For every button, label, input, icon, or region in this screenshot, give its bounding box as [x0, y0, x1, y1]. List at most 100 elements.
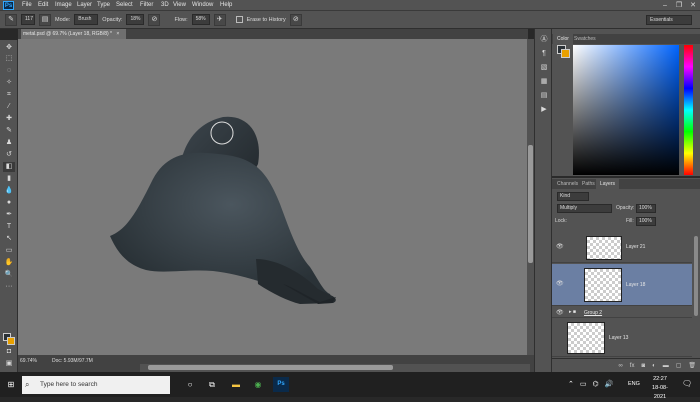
hue-slider[interactable] [684, 45, 693, 175]
layer-opacity-label: Opacity: [616, 205, 635, 211]
menu-type[interactable]: Type [94, 0, 113, 11]
windows-start-icon[interactable]: ⊞ [3, 377, 19, 392]
horizontal-scroll-thumb[interactable] [148, 365, 393, 370]
fill-label: Fill: [626, 218, 634, 224]
task-view-icon[interactable]: ⧉ [204, 377, 220, 392]
tab-swatches[interactable]: Swatches [570, 34, 600, 44]
visibility-eye-icon[interactable]: 👁 [556, 243, 564, 250]
close-button[interactable]: ✕ [686, 0, 700, 11]
erase-history-checkbox[interactable] [235, 16, 243, 23]
shape-tool-icon[interactable]: ▭ [3, 246, 15, 256]
adjustment-layer-icon[interactable]: ◐ [652, 363, 656, 369]
marquee-tool-icon[interactable]: ⬚ [3, 54, 15, 64]
layer-style-icon[interactable]: fx [630, 363, 635, 369]
minimize-button[interactable]: – [658, 0, 672, 11]
file-explorer-icon[interactable]: ▬ [228, 377, 244, 392]
visibility-eye-icon[interactable]: 👁 [556, 309, 564, 316]
new-group-icon[interactable]: ▬ [663, 363, 669, 369]
layer-row-13[interactable]: Layer 13 [552, 319, 692, 357]
blur-tool-icon[interactable]: 💧 [3, 186, 15, 196]
menu-layer[interactable]: Layer [74, 0, 95, 11]
mode-select[interactable]: Brush [74, 14, 99, 25]
chrome-icon[interactable]: ◉ [250, 377, 266, 392]
menu-file[interactable]: File [19, 0, 35, 11]
layer-group-row[interactable]: 👁 ▸ ■ Group 2 [552, 307, 692, 318]
more-tools-icon[interactable]: ··· [3, 282, 15, 292]
delete-layer-icon[interactable]: 🗑 [688, 362, 696, 369]
type-tool-icon[interactable]: T [3, 222, 15, 232]
menu-image[interactable]: Image [52, 0, 75, 11]
brush-presets-icon[interactable]: ▦ [538, 77, 550, 87]
eyedropper-tool-icon[interactable]: ⁄ [3, 102, 15, 112]
layer-opacity-field[interactable]: 100% [636, 204, 656, 213]
brush-tool-icon[interactable]: ✎ [3, 126, 15, 136]
new-layer-icon[interactable]: ▢ [676, 362, 682, 369]
screen-mode-icon[interactable]: ▣ [3, 359, 15, 369]
hand-tool-icon[interactable]: ✋ [3, 258, 15, 268]
pressure-size-icon[interactable]: ⊘ [289, 13, 302, 26]
fill-field[interactable]: 100% [636, 217, 656, 226]
flow-field[interactable]: 58% [191, 14, 210, 25]
clock-time: 22:27 [653, 376, 667, 382]
gradient-tool-icon[interactable]: ▮ [3, 174, 15, 184]
eraser-preset-icon[interactable]: ✎ [5, 13, 17, 26]
notifications-icon[interactable]: 🗨 [682, 379, 692, 388]
actions-icon[interactable]: ▶ [538, 105, 550, 115]
layer-comps-icon[interactable]: ▧ [538, 63, 550, 73]
blend-mode-select[interactable]: Multiply [557, 204, 612, 213]
close-document-icon[interactable]: × [116, 31, 119, 37]
photoshop-taskbar-icon[interactable]: Ps [273, 377, 289, 392]
group-name: Group 2 [584, 310, 603, 316]
paragraph-panel-icon[interactable]: ¶ [538, 49, 550, 59]
menu-help[interactable]: Help [217, 0, 235, 11]
layers-scroll-thumb[interactable] [694, 236, 698, 316]
color-field[interactable] [573, 45, 679, 175]
move-tool-icon[interactable]: ✥ [3, 43, 15, 53]
system-tray[interactable]: ⌃▭⌬🔊 [568, 380, 619, 388]
menu-filter[interactable]: Filter [137, 0, 156, 11]
layer-filter-kind[interactable]: Kind [557, 192, 589, 201]
document-tab[interactable]: metal.psd @ 69.7% (Layer 18, RGB/8) * × [21, 29, 126, 39]
add-mask-icon[interactable]: ◙ [641, 363, 645, 369]
airbrush-icon[interactable]: ✈ [213, 13, 226, 26]
healing-tool-icon[interactable]: ✚ [3, 114, 15, 124]
language-indicator[interactable]: ENG [628, 381, 640, 387]
canvas[interactable] [18, 39, 527, 355]
tools-panel: ✥ ⬚ ◌ ✧ ⌗ ⁄ ✚ ✎ ♟ ↺ ◧ ▮ 💧 ● ✒ T ↖ ▭ ✋ 🔍 … [0, 40, 18, 372]
restore-button[interactable]: ❐ [672, 0, 686, 11]
clone-source-icon[interactable]: ▤ [538, 91, 550, 101]
crop-tool-icon[interactable]: ⌗ [3, 90, 15, 100]
workspace-select[interactable]: Essentials [646, 15, 692, 25]
dodge-tool-icon[interactable]: ● [3, 198, 15, 208]
menu-select[interactable]: Select [113, 0, 136, 11]
vertical-scroll-thumb[interactable] [528, 145, 533, 263]
tab-layers[interactable]: Layers [596, 179, 620, 189]
visibility-eye-icon[interactable]: 👁 [556, 280, 564, 287]
stamp-tool-icon[interactable]: ♟ [3, 138, 15, 148]
menu-edit[interactable]: Edit [35, 0, 51, 11]
quick-mask-icon[interactable]: ◘ [3, 347, 15, 357]
pen-tool-icon[interactable]: ✒ [3, 210, 15, 220]
pressure-opacity-icon[interactable]: ⊘ [148, 13, 161, 26]
lasso-tool-icon[interactable]: ◌ [3, 66, 15, 76]
menu-window[interactable]: Window [189, 0, 216, 11]
layer-row-21[interactable]: 👁 Layer 21 [552, 233, 692, 263]
path-select-tool-icon[interactable]: ↖ [3, 234, 15, 244]
link-layers-icon[interactable]: ∞ [619, 363, 623, 369]
panel-background-swatch[interactable] [561, 49, 570, 58]
opacity-field[interactable]: 18% [126, 14, 145, 25]
zoom-level[interactable]: 69.74% [20, 358, 37, 364]
brush-size-picker[interactable]: 117 [21, 14, 35, 25]
zoom-tool-icon[interactable]: 🔍 [3, 270, 15, 280]
brush-panel-icon[interactable]: ▤ [39, 13, 51, 26]
quick-select-tool-icon[interactable]: ✧ [3, 78, 15, 88]
menu-view[interactable]: View [170, 0, 189, 11]
taskbar-search[interactable]: Type here to search [22, 376, 170, 394]
eraser-tool-icon[interactable]: ◧ [3, 162, 15, 172]
history-panel-icon[interactable]: Ⓐ [538, 35, 550, 45]
background-color-swatch[interactable] [7, 337, 15, 345]
taskbar-clock[interactable]: 22:27 18-08-2021 [646, 375, 674, 402]
history-brush-tool-icon[interactable]: ↺ [3, 150, 15, 160]
cortana-icon[interactable]: ○ [182, 377, 198, 392]
layer-row-18[interactable]: 👁 Layer 18 [552, 264, 692, 306]
